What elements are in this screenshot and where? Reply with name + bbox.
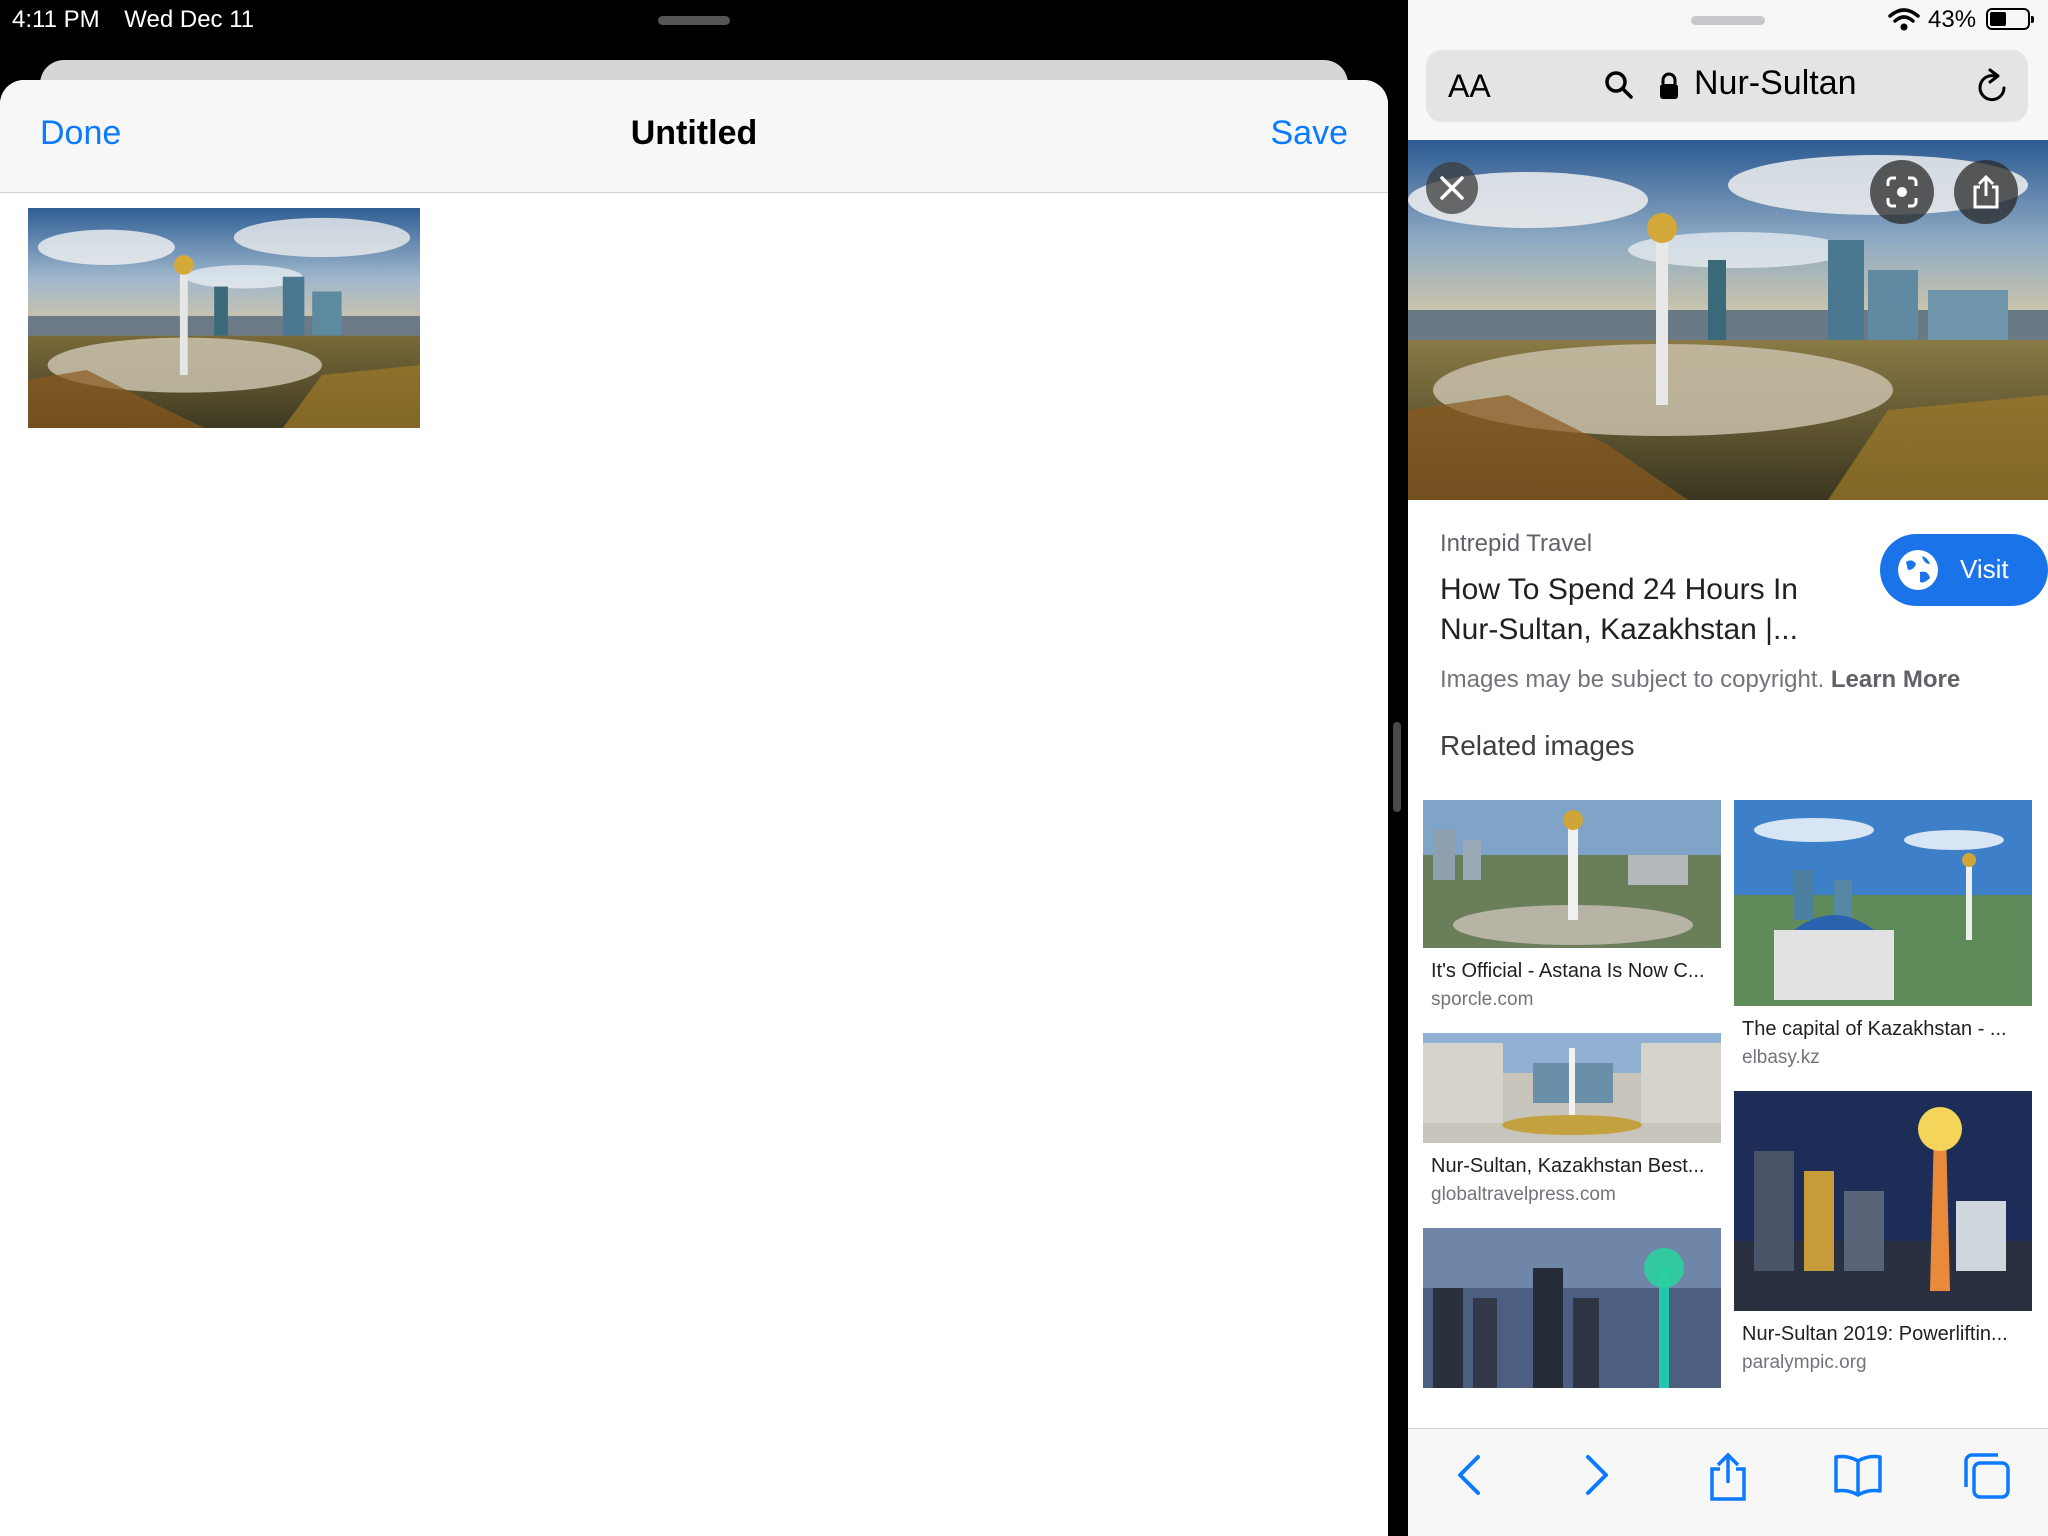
- related-image-card[interactable]: The capital of Kazakhstan - ... elbasy.k…: [1734, 800, 2032, 1069]
- result-title[interactable]: How To Spend 24 Hours In Nur-Sultan, Kaz…: [1440, 570, 1840, 650]
- left-pane: 4:11 PM Wed Dec 11 Done Untitled Save: [0, 0, 1388, 1536]
- multitask-grabber-right[interactable]: [1691, 16, 1765, 25]
- split-view-divider[interactable]: [1393, 722, 1401, 812]
- editor-nav-bar: Done Untitled Save: [0, 80, 1388, 193]
- safari-bottom-toolbar: [1408, 1428, 2048, 1536]
- multitask-grabber[interactable]: [658, 16, 730, 25]
- editor-sheet: Done Untitled Save: [0, 80, 1388, 1536]
- bookmarks-icon[interactable]: [1832, 1451, 1884, 1499]
- reload-icon[interactable]: [1976, 68, 2010, 104]
- save-button[interactable]: Save: [1271, 114, 1349, 153]
- related-domain: globaltravelpress.com: [1431, 1184, 1616, 1205]
- hero-image[interactable]: [1408, 140, 2048, 500]
- pasted-image[interactable]: [28, 208, 420, 428]
- url-text: Nur-Sultan: [1694, 64, 1857, 102]
- related-thumbnail: [1734, 800, 2032, 1006]
- image-result-info: Intrepid Travel How To Spend 24 Hours In…: [1440, 530, 2048, 650]
- related-column-left: It's Official - Astana Is Now C... sporc…: [1423, 800, 1721, 1410]
- related-thumbnail: [1734, 1091, 2032, 1311]
- related-image-card[interactable]: It's Official - Astana Is Now C... sporc…: [1423, 800, 1721, 1011]
- related-thumbnail: [1423, 800, 1721, 948]
- related-domain: sporcle.com: [1431, 989, 1534, 1010]
- related-caption: It's Official - Astana Is Now C...: [1431, 960, 1705, 982]
- related-caption: Nur-Sultan 2019: Powerliftin...: [1742, 1323, 2008, 1345]
- learn-more-link[interactable]: Learn More: [1831, 666, 1960, 693]
- related-image-card[interactable]: Nur-Sultan 2019: Powerliftin... paralymp…: [1734, 1091, 2032, 1374]
- battery-icon: [1986, 8, 2034, 30]
- related-caption: The capital of Kazakhstan - ...: [1742, 1018, 2007, 1040]
- related-images-heading: Related images: [1440, 730, 1635, 761]
- close-viewer-button[interactable]: [1426, 162, 1478, 214]
- related-domain: elbasy.kz: [1742, 1047, 1820, 1068]
- back-icon[interactable]: [1452, 1451, 1486, 1499]
- related-caption: Nur-Sultan, Kazakhstan Best...: [1431, 1155, 1705, 1177]
- visit-label: Visit: [1960, 554, 2009, 584]
- related-thumbnail: [1423, 1033, 1721, 1143]
- battery-percentage: 43%: [1928, 6, 1977, 33]
- status-bar-right: 43%: [1408, 0, 2048, 44]
- lens-icon: [1886, 176, 1918, 208]
- related-image-card[interactable]: Nur-Sultan, Kazakhstan Best... globaltra…: [1423, 1033, 1721, 1206]
- status-bar-left: 4:11 PM Wed Dec 11: [12, 6, 272, 34]
- search-icon: [1605, 71, 1633, 99]
- document-title: Untitled: [630, 114, 758, 152]
- related-thumbnail: [1423, 1228, 1721, 1388]
- related-column-right: The capital of Kazakhstan - ... elbasy.k…: [1734, 800, 2032, 1396]
- address-bar[interactable]: AA Nur-Sultan: [1426, 50, 2028, 122]
- share-image-button[interactable]: [1954, 160, 2018, 224]
- close-icon: [1440, 176, 1464, 200]
- share-icon[interactable]: [1706, 1451, 1750, 1503]
- status-date: Wed Dec 11: [124, 6, 255, 33]
- reader-options-button[interactable]: AA: [1448, 68, 1491, 105]
- lock-icon: [1660, 72, 1678, 99]
- safari-pane: 43% AA Nur-Sultan Intrepid Travel How To…: [1408, 0, 2048, 1536]
- copyright-text: Images may be subject to copyright.: [1440, 666, 1825, 693]
- wifi-icon: [1888, 8, 1920, 31]
- related-domain: paralympic.org: [1742, 1352, 1867, 1373]
- status-time: 4:11 PM: [12, 6, 100, 33]
- globe-icon: [1898, 550, 1938, 590]
- copyright-notice: Images may be subject to copyright. Lear…: [1440, 666, 1960, 694]
- share-icon: [1973, 174, 1999, 209]
- forward-icon[interactable]: [1580, 1451, 1614, 1499]
- lens-button[interactable]: [1870, 160, 1934, 224]
- visit-button[interactable]: Visit: [1880, 534, 2048, 606]
- related-image-card[interactable]: [1423, 1228, 1721, 1388]
- hero-image-panel: [1408, 140, 2048, 500]
- tabs-icon[interactable]: [1962, 1451, 2012, 1501]
- safari-address-area: AA Nur-Sultan: [1408, 44, 2048, 140]
